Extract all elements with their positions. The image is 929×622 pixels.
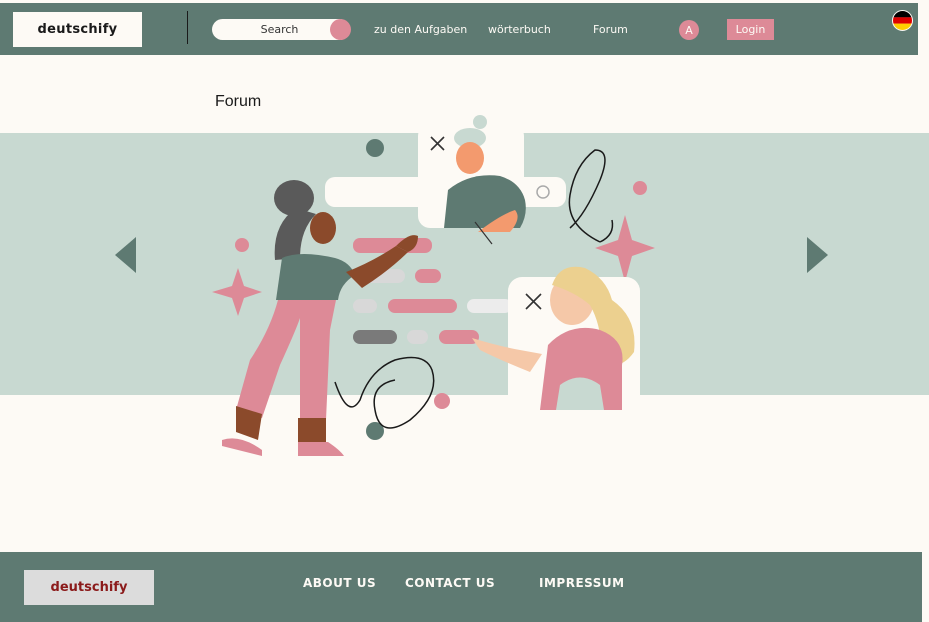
footer-link-contact[interactable]: CONTACT US	[405, 576, 495, 590]
login-button[interactable]: Login	[727, 19, 774, 40]
chevron-left-icon[interactable]	[115, 237, 136, 273]
page-title: Forum	[215, 93, 262, 110]
search-input[interactable]: Search	[212, 19, 347, 40]
search-button[interactable]	[330, 19, 351, 40]
nav-link-aufgaben[interactable]: zu den Aufgaben	[374, 19, 467, 40]
footer-logo[interactable]: deutschify	[24, 570, 154, 605]
nav-link-forum[interactable]: Forum	[593, 19, 628, 40]
nav-divider	[187, 11, 188, 44]
nav-link-woerterbuch[interactable]: wörterbuch	[488, 19, 551, 40]
forum-chat-illustration	[212, 115, 655, 456]
footer-link-impressum[interactable]: IMPRESSUM	[539, 576, 625, 590]
german-flag-icon[interactable]	[892, 10, 913, 31]
search-bar[interactable]: Search	[212, 19, 351, 40]
top-navbar: deutschify Search zu den Aufgaben wörter…	[0, 3, 918, 55]
chevron-right-icon[interactable]	[807, 237, 828, 273]
footer-link-about[interactable]: ABOUT US	[303, 576, 376, 590]
logo[interactable]: deutschify	[13, 12, 142, 47]
footer: deutschify ABOUT US CONTACT US IMPRESSUM	[0, 552, 922, 622]
avatar[interactable]: A	[679, 20, 699, 40]
